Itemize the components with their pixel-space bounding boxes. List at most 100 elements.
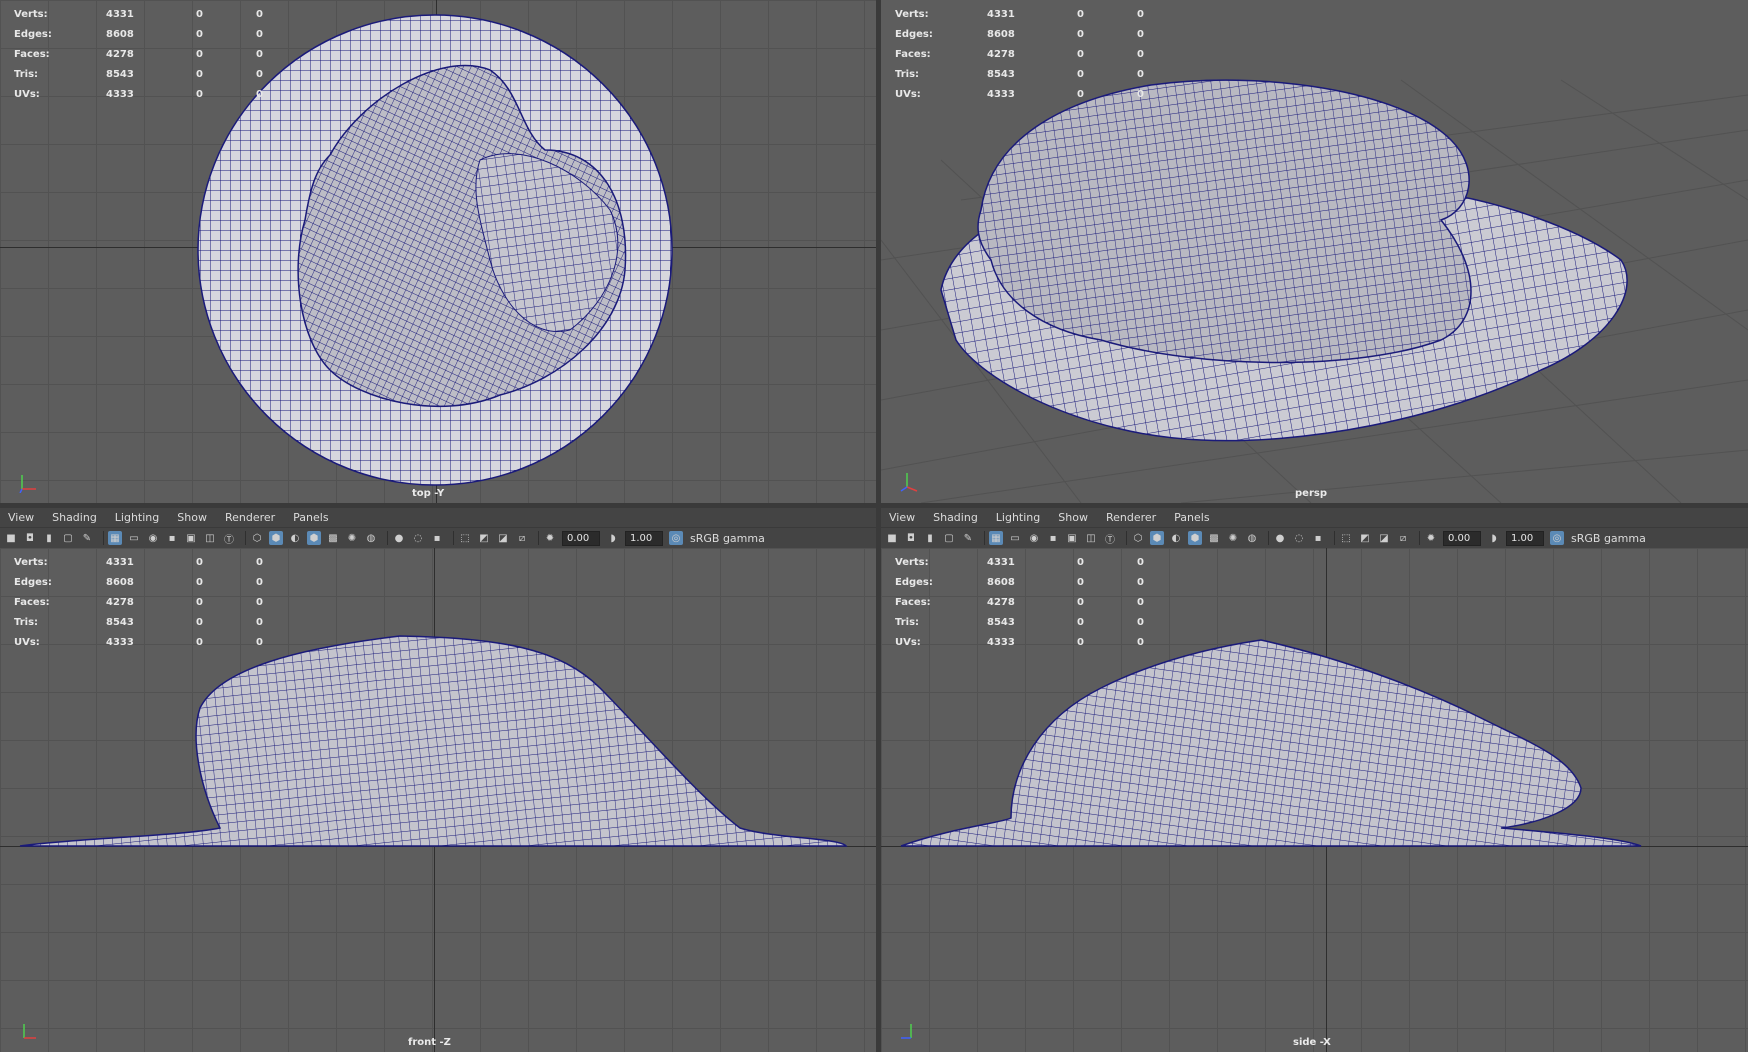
xray-joints-icon[interactable]: ⧄	[1396, 531, 1410, 545]
camera-attributes-icon[interactable]: ◘	[904, 531, 918, 545]
toolbar-separator	[1126, 531, 1127, 545]
camera-label-persp: persp	[1295, 488, 1327, 499]
motion-blur-icon[interactable]: ◌	[411, 531, 425, 545]
field-chart-icon[interactable]: ▣	[1065, 531, 1079, 545]
exposure-field[interactable]	[1443, 530, 1481, 546]
xray-icon[interactable]: ◩	[477, 531, 491, 545]
exposure-icon[interactable]: ✹	[543, 531, 557, 545]
gamma-field[interactable]	[625, 530, 663, 546]
resolution-gate-icon[interactable]: ◉	[146, 531, 160, 545]
menu-renderer[interactable]: Renderer	[225, 511, 275, 524]
safe-title-icon[interactable]: Ⓣ	[222, 531, 236, 546]
hud-verts-selected: 0	[196, 556, 203, 568]
camera-icon[interactable]: ■	[4, 531, 18, 545]
image-plane-icon[interactable]: ▢	[61, 531, 75, 545]
menu-shading[interactable]: Shading	[52, 511, 97, 524]
safe-title-icon[interactable]: Ⓣ	[1103, 531, 1117, 546]
film-gate-icon[interactable]: ▭	[1008, 531, 1022, 545]
gamma-icon[interactable]: ◗	[606, 531, 620, 545]
bookmark-icon[interactable]: ▮	[923, 531, 937, 545]
menu-shading[interactable]: Shading	[933, 511, 978, 524]
motion-blur-icon[interactable]: ◌	[1292, 531, 1306, 545]
anti-aliasing-icon[interactable]: ▪	[430, 531, 444, 545]
viewport-top[interactable]: Verts: 4331 0 0 Edges: 8608 0 0 Faces: 4278 0 0 T…	[0, 0, 876, 503]
menu-lighting[interactable]: Lighting	[115, 511, 159, 524]
grid-icon[interactable]: ▦	[108, 531, 122, 545]
image-plane-icon[interactable]: ▢	[942, 531, 956, 545]
menu-show[interactable]: Show	[177, 511, 207, 524]
lights-icon[interactable]: ✺	[345, 531, 359, 545]
hud-faces-value: 4278	[987, 596, 1015, 608]
safe-action-icon[interactable]: ◫	[203, 531, 217, 545]
wireframe-icon[interactable]: ⬡	[250, 531, 264, 545]
grease-pencil-icon[interactable]: ✎	[80, 531, 94, 545]
color-space-label[interactable]: sRGB gamma	[1571, 532, 1646, 545]
isolate-icon[interactable]: ⬚	[458, 531, 472, 545]
hud-edges-selected: 0	[196, 576, 203, 588]
shadows-icon[interactable]: ◍	[1245, 531, 1259, 545]
camera-icon[interactable]: ■	[885, 531, 899, 545]
menu-view[interactable]: View	[8, 511, 34, 524]
wireframe-on-shaded-icon[interactable]: ⬢	[1188, 531, 1202, 545]
textures-icon[interactable]: ▩	[326, 531, 340, 545]
smooth-shade-icon[interactable]: ⬢	[269, 531, 283, 545]
hud-tris-label: Tris:	[895, 68, 920, 80]
gamma-icon[interactable]: ◗	[1487, 531, 1501, 545]
gamma-field[interactable]	[1506, 530, 1544, 546]
wireframe-icon[interactable]: ⬡	[1131, 531, 1145, 545]
textures-icon[interactable]: ▩	[1207, 531, 1221, 545]
color-space-label[interactable]: sRGB gamma	[690, 532, 765, 545]
shadows-icon[interactable]: ◍	[364, 531, 378, 545]
menu-show[interactable]: Show	[1058, 511, 1088, 524]
default-material-icon[interactable]: ◐	[1169, 531, 1183, 545]
pane-splitter-vertical[interactable]	[876, 0, 881, 1052]
color-space-icon[interactable]: ◎	[669, 531, 683, 545]
xray-active-icon[interactable]: ◪	[496, 531, 510, 545]
viewport-persp[interactable]: Verts: 4331 0 0 Edges: 8608 0 0 Faces: 4278 0 0 T…	[881, 0, 1748, 503]
xray-active-icon[interactable]: ◪	[1377, 531, 1391, 545]
hud-uvs-label: UVs:	[14, 636, 40, 648]
toolbar-separator	[1268, 531, 1269, 545]
camera-attributes-icon[interactable]: ◘	[23, 531, 37, 545]
pane-splitter-horizontal[interactable]	[0, 503, 1748, 508]
wireframe-on-shaded-icon[interactable]: ⬢	[307, 531, 321, 545]
gate-mask-icon[interactable]: ▪	[165, 531, 179, 545]
safe-action-icon[interactable]: ◫	[1084, 531, 1098, 545]
default-material-icon[interactable]: ◐	[288, 531, 302, 545]
exposure-field[interactable]	[562, 530, 600, 546]
hud-edges-value: 8608	[106, 28, 134, 40]
field-chart-icon[interactable]: ▣	[184, 531, 198, 545]
menu-lighting[interactable]: Lighting	[996, 511, 1040, 524]
ambient-occlusion-icon[interactable]: ●	[392, 531, 406, 545]
viewport-front-canvas[interactable]: front -Z Verts: 4331 0 0 Edges: 8608 0 0 Faces…	[0, 548, 876, 1052]
lights-icon[interactable]: ✺	[1226, 531, 1240, 545]
xray-icon[interactable]: ◩	[1358, 531, 1372, 545]
poly-count-hud: Verts: 4331 0 0 Edges: 8608 0 0 Faces: 4278 0 0 T…	[14, 4, 296, 104]
grease-pencil-icon[interactable]: ✎	[961, 531, 975, 545]
hud-tris-third: 0	[1137, 616, 1144, 628]
menu-renderer[interactable]: Renderer	[1106, 511, 1156, 524]
grid-icon[interactable]: ▦	[989, 531, 1003, 545]
hud-faces-label: Faces:	[895, 596, 931, 608]
resolution-gate-icon[interactable]: ◉	[1027, 531, 1041, 545]
anti-aliasing-icon[interactable]: ▪	[1311, 531, 1325, 545]
color-space-icon[interactable]: ◎	[1550, 531, 1564, 545]
menu-panels[interactable]: Panels	[293, 511, 328, 524]
smooth-shade-icon[interactable]: ⬢	[1150, 531, 1164, 545]
viewport-side[interactable]: View Shading Lighting Show Renderer Pane…	[881, 508, 1748, 1052]
viewport-side-canvas[interactable]: side -X Verts: 4331 0 0 Edges: 8608 0 0 Faces:…	[881, 548, 1748, 1052]
ambient-occlusion-icon[interactable]: ●	[1273, 531, 1287, 545]
gate-mask-icon[interactable]: ▪	[1046, 531, 1060, 545]
menu-view[interactable]: View	[889, 511, 915, 524]
viewport-front[interactable]: View Shading Lighting Show Renderer Pane…	[0, 508, 876, 1052]
isolate-icon[interactable]: ⬚	[1339, 531, 1353, 545]
hud-uvs-selected: 0	[1077, 88, 1084, 100]
exposure-icon[interactable]: ✹	[1424, 531, 1438, 545]
panel-toolbar: ■ ◘ ▮ ▢ ✎ ▦ ▭ ◉ ▪ ▣ ◫ Ⓣ ⬡ ⬢ ◐ ⬢ ▩ ✺ ◍ ● …	[0, 527, 876, 548]
xray-joints-icon[interactable]: ⧄	[515, 531, 529, 545]
bookmark-icon[interactable]: ▮	[42, 531, 56, 545]
menu-panels[interactable]: Panels	[1174, 511, 1209, 524]
hud-uvs-value: 4333	[106, 88, 134, 100]
film-gate-icon[interactable]: ▭	[127, 531, 141, 545]
hud-uvs-third: 0	[256, 88, 263, 100]
